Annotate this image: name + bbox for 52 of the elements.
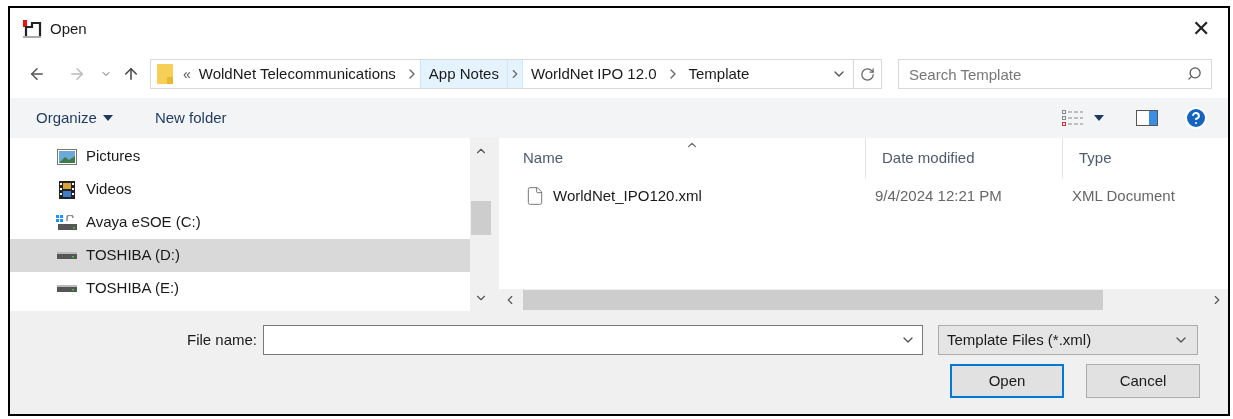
breadcrumb-item[interactable]: WoldNet Telecommunications bbox=[190, 60, 404, 88]
navigation-item-label: Videos bbox=[86, 179, 132, 200]
back-icon[interactable] bbox=[28, 65, 46, 83]
dropdown-arrow-icon[interactable] bbox=[1094, 115, 1104, 121]
up-icon[interactable] bbox=[122, 65, 140, 83]
column-header[interactable]: Type bbox=[1063, 138, 1228, 178]
refresh-icon[interactable] bbox=[860, 66, 875, 82]
navigation-item[interactable]: Pictures bbox=[10, 140, 470, 173]
navigation-item-label: TOSHIBA (D:) bbox=[86, 245, 180, 266]
system-drive-icon bbox=[56, 214, 78, 231]
film-icon bbox=[59, 180, 75, 199]
navigation-item[interactable]: TOSHIBA (D:) bbox=[10, 239, 470, 272]
overflow-marker[interactable]: « bbox=[183, 63, 191, 85]
navigation-item-label: Pictures bbox=[86, 146, 141, 167]
dropdown-arrow-icon bbox=[102, 115, 113, 121]
window-title: Open bbox=[50, 18, 87, 39]
drive-icon bbox=[57, 284, 77, 293]
column-header[interactable]: Name bbox=[499, 138, 866, 178]
view-options-icon[interactable] bbox=[1062, 110, 1084, 126]
preview-pane-icon[interactable] bbox=[1136, 110, 1158, 126]
breadcrumb-item[interactable]: Template bbox=[680, 60, 758, 88]
file-type: XML Document bbox=[1071, 185, 1175, 206]
navigation-item[interactable]: TOSHIBA (E:) bbox=[10, 272, 470, 305]
breadcrumb-item[interactable]: WorldNet IPO 12.0 bbox=[522, 60, 665, 88]
navigation-item-label: TOSHIBA (E:) bbox=[86, 278, 180, 299]
address-bar[interactable]: « WoldNet Telecommunications App Notes WorldNet IPO 12.0 Template bbox=[150, 59, 882, 89]
search-icon bbox=[1187, 66, 1202, 81]
dialog-button[interactable]: Open bbox=[950, 364, 1064, 398]
dialog-button[interactable]: Cancel bbox=[1086, 364, 1200, 398]
file-icon bbox=[525, 186, 545, 206]
navigation-item[interactable]: Avaya eSOE (C:) bbox=[10, 206, 470, 239]
column-header[interactable]: Date modified bbox=[866, 138, 1063, 178]
navigation-item[interactable]: Videos bbox=[10, 173, 470, 206]
navigation-item-label: Avaya eSOE (C:) bbox=[86, 212, 201, 233]
app-logo-icon bbox=[22, 19, 42, 39]
horizontal-scrollbar[interactable] bbox=[499, 289, 1228, 311]
drive-icon bbox=[57, 251, 77, 260]
folder-icon bbox=[157, 64, 173, 84]
help-icon[interactable] bbox=[1184, 106, 1208, 130]
organize-menu[interactable]: Organize bbox=[36, 106, 113, 130]
scroll-thumb[interactable] bbox=[523, 290, 1103, 310]
close-button[interactable]: ✕ bbox=[1184, 18, 1218, 40]
pictures-icon bbox=[57, 148, 77, 165]
date-modified: 9/4/2024 12:21 PM bbox=[874, 185, 1003, 206]
file-type-dropdown[interactable]: Template Files (*.xml) bbox=[938, 325, 1198, 355]
search-field[interactable]: Search Template bbox=[898, 59, 1212, 89]
file-name-label: File name: bbox=[185, 329, 258, 350]
scroll-thumb[interactable] bbox=[471, 200, 491, 235]
file-name-field[interactable] bbox=[263, 325, 923, 355]
new-folder-button[interactable]: New folder bbox=[154, 106, 227, 130]
file-name[interactable]: WorldNet_IPO120.xml bbox=[553, 184, 702, 208]
breadcrumb-item[interactable]: App Notes bbox=[419, 60, 507, 88]
